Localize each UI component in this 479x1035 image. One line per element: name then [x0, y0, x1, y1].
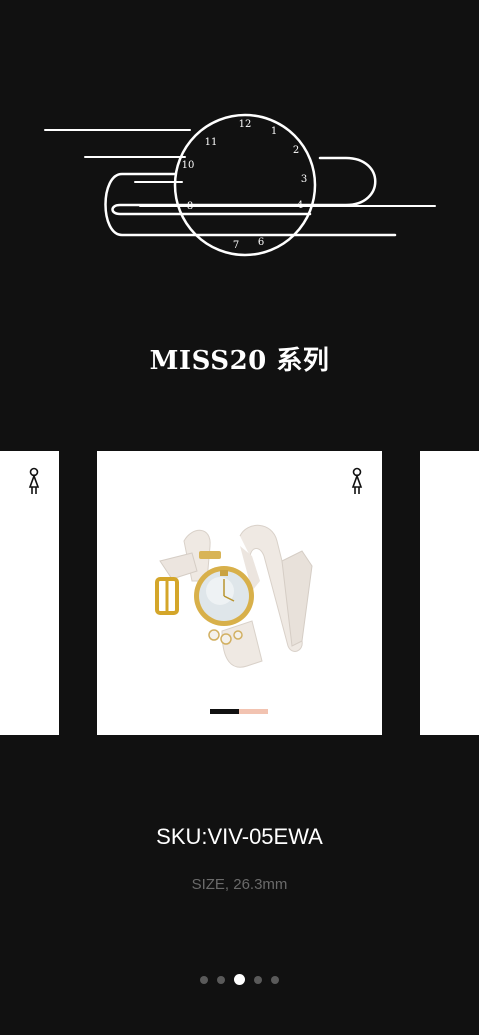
watch-product-image [155, 524, 313, 668]
svg-text:4: 4 [297, 200, 303, 211]
carousel-card-current[interactable] [97, 451, 382, 735]
carousel-card-previous[interactable] [0, 451, 59, 735]
pagination-dot-active[interactable] [234, 974, 245, 985]
product-carousel[interactable] [0, 451, 479, 735]
pagination-dot[interactable] [271, 975, 279, 984]
svg-text:1: 1 [271, 126, 277, 137]
female-icon [28, 467, 40, 494]
svg-text:3: 3 [301, 174, 307, 185]
saturn-clock-logo-icon: 12 1 2 3 4 6 7 8 10 11 [44, 113, 436, 257]
series-logo: 12 1 2 3 4 6 7 8 10 11 [0, 90, 479, 280]
pagination-dots [0, 974, 479, 985]
product-sku: SKU:VIV-05EWA [156, 824, 323, 849]
carousel-card-next[interactable] [420, 451, 479, 735]
svg-text:8: 8 [187, 201, 193, 212]
svg-text:2: 2 [293, 145, 299, 156]
pagination-dot[interactable] [217, 975, 225, 984]
color-swatch-black[interactable] [210, 709, 239, 714]
svg-text:11: 11 [205, 137, 218, 148]
pagination-dot[interactable] [200, 975, 208, 984]
svg-text:10: 10 [182, 160, 195, 171]
color-swatch-pink[interactable] [239, 709, 268, 714]
product-size: SIZE, 26.3mm [191, 876, 288, 893]
svg-text:12: 12 [239, 119, 252, 130]
pagination-dot[interactable] [254, 975, 262, 984]
svg-text:6: 6 [258, 237, 264, 248]
series-title: MISS20 系列 [149, 346, 330, 376]
color-swatches [210, 709, 268, 714]
female-icon [351, 467, 363, 494]
svg-text:7: 7 [233, 240, 239, 251]
